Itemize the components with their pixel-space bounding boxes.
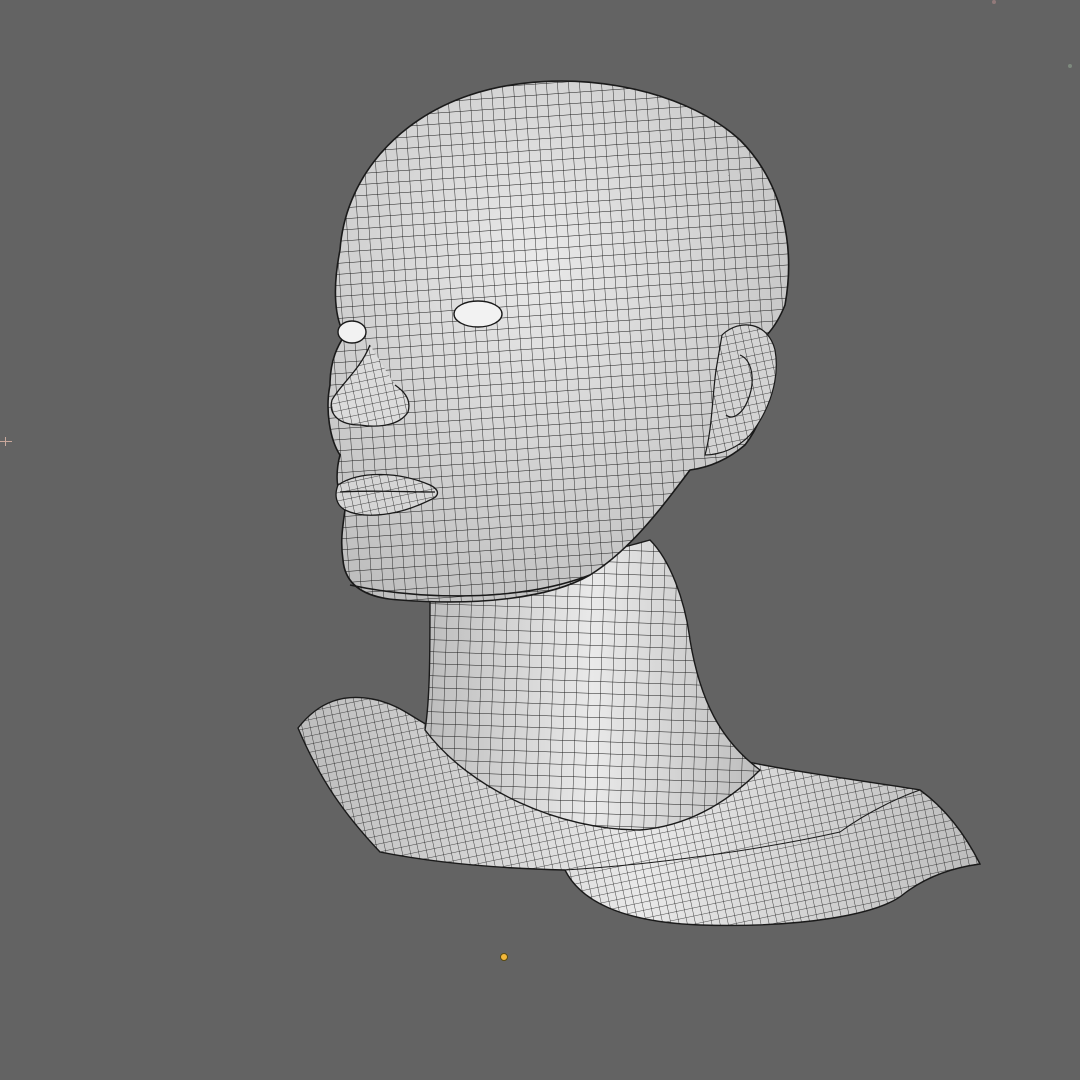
eye-left (337, 320, 367, 344)
object-origin-point[interactable] (500, 953, 508, 961)
3d-viewport[interactable] (0, 0, 1080, 1080)
eye-right (453, 300, 503, 328)
speck-top-right-1 (992, 0, 996, 4)
viewport-canvas[interactable] (0, 0, 1080, 1080)
axis-indicator (0, 441, 12, 442)
speck-top-right-2 (1068, 64, 1072, 68)
axis-indicator-vertical (5, 437, 6, 446)
head-mesh[interactable] (327, 80, 790, 603)
